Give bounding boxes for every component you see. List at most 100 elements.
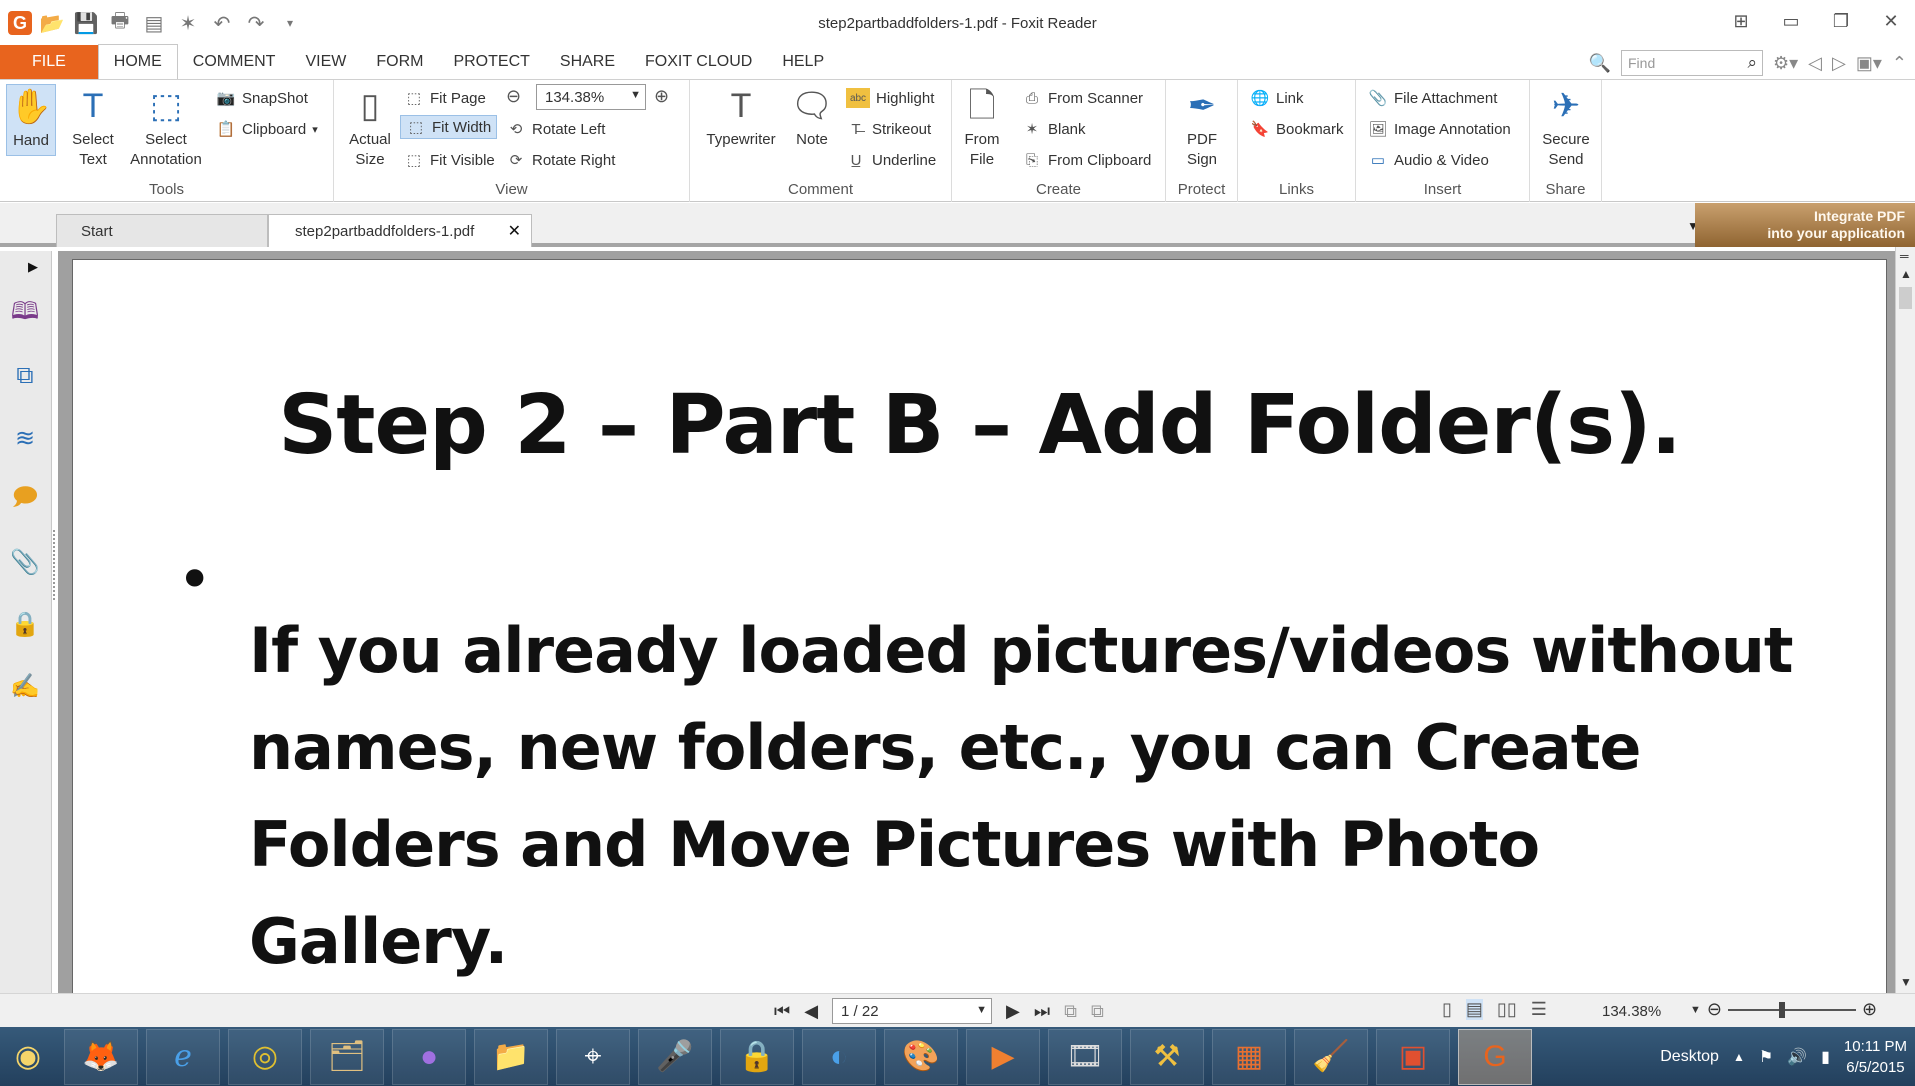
tab-form[interactable]: FORM — [361, 45, 438, 79]
action-center-flag-icon[interactable]: ⚑ — [1759, 1047, 1773, 1067]
zoom-dropdown-status-icon[interactable]: ▼ — [1690, 1004, 1701, 1016]
user-account-icon[interactable]: ▣▾ — [1856, 53, 1882, 74]
from-scanner-button[interactable]: ⎙ From Scanner — [1022, 86, 1143, 110]
next-view-status-icon[interactable]: ⧉ — [1091, 1001, 1104, 1022]
file-attachment-button[interactable]: 📎 File Attachment — [1368, 86, 1498, 110]
minimize-button[interactable]: ▭ — [1777, 8, 1805, 34]
select-text-button[interactable]: T Select Text — [68, 84, 118, 170]
lock-app-icon[interactable]: 🔒 — [720, 1028, 794, 1085]
scroll-down-icon[interactable]: ▼ — [1900, 975, 1912, 989]
search-icon[interactable]: ⌕ — [1747, 53, 1757, 73]
firefox-icon[interactable]: 🦊 — [64, 1028, 138, 1085]
fit-visible-button[interactable]: ⬚ Fit Visible — [404, 148, 495, 172]
from-file-button[interactable]: 🗋 From File — [962, 84, 1002, 170]
clock[interactable]: 10:11 PM 6/5/2015 — [1844, 1036, 1907, 1078]
bookmarks-panel-icon[interactable]: 🕮 — [10, 298, 40, 329]
save-icon[interactable]: 💾 — [72, 9, 100, 37]
tab-protect[interactable]: PROTECT — [438, 45, 544, 79]
snapshot-button[interactable]: 📷 SnapShot — [216, 86, 308, 110]
collapse-ribbon-icon[interactable]: ⌃ — [1892, 53, 1907, 74]
vertical-scrollbar[interactable]: ═ ▲ ▼ — [1895, 247, 1915, 993]
restore-button[interactable]: ❐ — [1827, 8, 1855, 34]
highlight-button[interactable]: abc Highlight — [846, 86, 934, 110]
document-view[interactable]: Step 2 – Part B – Add Folder(s). • If yo… — [58, 251, 1895, 993]
zoom-in-icon[interactable]: ⊕ — [654, 86, 669, 107]
desktop-toolbar-label[interactable]: Desktop — [1660, 1048, 1719, 1066]
explorer-folder-icon[interactable]: 📁 — [474, 1028, 548, 1085]
chrome-icon[interactable]: ◎ — [228, 1028, 302, 1085]
tab-current-document[interactable]: step2partbaddfolders-1.pdf ✕ — [268, 214, 532, 247]
tab-help[interactable]: HELP — [767, 45, 839, 79]
ribbon-display-icon[interactable]: ⊞ — [1727, 8, 1755, 34]
zoom-select[interactable]: 134.38% ▼ — [536, 84, 646, 110]
status-zoom-value[interactable]: 134.38% — [1602, 1003, 1661, 1020]
comments-panel-icon[interactable]: 🗩 — [10, 484, 40, 515]
page-number-input[interactable]: 1 / 22 ▼ — [832, 998, 993, 1024]
integrate-pdf-banner[interactable]: Integrate PDF into your application — [1695, 203, 1915, 247]
undo-icon[interactable]: ↶ — [208, 9, 236, 37]
rotate-right-button[interactable]: ⟳ Rotate Right — [506, 148, 616, 172]
photo-gallery-icon[interactable]: ▦ — [1212, 1028, 1286, 1085]
battery-icon[interactable]: ▮ — [1821, 1047, 1830, 1067]
audio-video-button[interactable]: ▭ Audio & Video — [1368, 148, 1489, 172]
security-panel-icon[interactable]: 🔒 — [10, 609, 40, 639]
actual-size-button[interactable]: ▯ Actual Size — [346, 84, 394, 170]
split-handle-icon[interactable]: ═ — [1900, 249, 1909, 263]
signature-panel-icon[interactable]: ✍ — [10, 671, 40, 701]
zoom-in-status-icon[interactable]: ⊕ — [1862, 999, 1877, 1020]
start-button-icon[interactable]: ◉ — [0, 1029, 56, 1085]
hand-tool-button[interactable]: ✋ Hand — [6, 84, 56, 156]
pages-panel-icon[interactable]: ⧉ — [10, 361, 40, 391]
rotate-left-button[interactable]: ⟲ Rotate Left — [506, 117, 606, 141]
zoom-out-icon[interactable]: ⊖ — [506, 86, 521, 107]
previous-view-status-icon[interactable]: ⧉ — [1064, 1001, 1077, 1022]
pdf-sign-button[interactable]: ✒ PDF Sign — [1178, 84, 1226, 170]
underline-button[interactable]: U̲ Underline — [846, 148, 937, 172]
note-button[interactable]: 🗨 Note — [788, 84, 836, 150]
properties-icon[interactable]: ▤ — [140, 9, 168, 37]
bookmark-button[interactable]: 🔖 Bookmark — [1250, 117, 1344, 141]
zoom-slider[interactable] — [1727, 1000, 1856, 1020]
open-folder-icon[interactable]: 📂 — [38, 9, 66, 37]
strikeout-button[interactable]: T̶ Strikeout — [846, 117, 931, 141]
next-page-icon[interactable]: ▶ — [1006, 1001, 1020, 1022]
single-page-icon[interactable]: ▯ — [1442, 999, 1452, 1020]
continuous-page-icon[interactable]: ▤ — [1465, 999, 1483, 1020]
fit-width-button[interactable]: ⬚ Fit Width — [400, 115, 498, 139]
expand-panel-icon[interactable]: ▶ — [28, 259, 38, 275]
paint-palette-icon[interactable]: 🎨 — [884, 1028, 958, 1085]
tray-expand-icon[interactable]: ▲ — [1733, 1050, 1745, 1064]
fit-page-button[interactable]: ⬚ Fit Page — [404, 86, 486, 110]
tab-foxit-cloud[interactable]: FOXIT CLOUD — [630, 45, 767, 79]
layers-panel-icon[interactable]: ≋ — [10, 423, 40, 453]
tab-home[interactable]: HOME — [97, 44, 178, 79]
microphone-icon[interactable]: 🎤 — [638, 1028, 712, 1085]
continuous-facing-icon[interactable]: ☰ — [1531, 999, 1547, 1020]
previous-page-icon[interactable]: ◀ — [804, 1001, 818, 1022]
tab-file[interactable]: FILE — [0, 45, 98, 79]
attachments-panel-icon[interactable]: 📎 — [10, 547, 40, 577]
print-icon[interactable]: 🖶 — [106, 9, 134, 37]
media-player-icon[interactable]: ▶ — [966, 1028, 1040, 1085]
tab-start[interactable]: Start — [56, 214, 268, 247]
settings-gear-icon[interactable]: ⚙▾ — [1773, 53, 1798, 74]
previous-view-icon[interactable]: ◁ — [1808, 53, 1822, 74]
internet-explorer-icon[interactable]: ℯ — [146, 1028, 220, 1085]
typewriter-button[interactable]: T Typewriter — [702, 84, 780, 150]
find-input[interactable]: Find ⌕ — [1621, 50, 1763, 76]
zoom-slider-knob[interactable] — [1778, 1001, 1785, 1018]
foxit-logo-icon[interactable]: G — [8, 11, 32, 35]
blank-button[interactable]: ✶ Blank — [1022, 117, 1086, 141]
from-clipboard-button[interactable]: ⎘ From Clipboard — [1022, 148, 1151, 172]
last-page-icon[interactable]: ⏭ — [1034, 1001, 1050, 1022]
nvu-icon[interactable]: ● — [392, 1028, 466, 1085]
secure-send-button[interactable]: ✈ Secure Send — [1540, 84, 1592, 170]
ec-app-icon[interactable]: ▣ — [1376, 1028, 1450, 1085]
facing-page-icon[interactable]: ▯▯ — [1497, 999, 1517, 1020]
clipboard-button[interactable]: 📋 Clipboard ▾ — [216, 117, 318, 141]
redo-icon[interactable]: ↷ — [242, 9, 270, 37]
search-folder-icon[interactable]: 🔍 — [1589, 53, 1611, 74]
scroll-up-icon[interactable]: ▲ — [1900, 267, 1912, 281]
tab-view[interactable]: VIEW — [290, 45, 361, 79]
close-button[interactable]: ✕ — [1877, 8, 1905, 34]
